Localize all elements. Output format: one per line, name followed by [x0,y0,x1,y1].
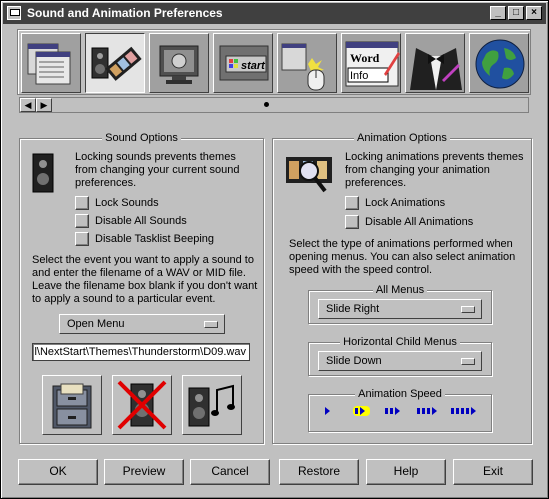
animation-speed-group: Animation Speed [308,388,492,432]
maximize-button[interactable]: □ [508,6,524,20]
disable-tasklist-beeping-checkbox[interactable]: Disable Tasklist Beeping [75,231,214,247]
help-button[interactable]: Help [366,459,446,485]
monitor-speaker-icon [159,45,199,84]
child-menus-value: Slide Down [326,355,382,367]
no-sound-button[interactable] [112,375,172,435]
lock-sounds-label: Lock Sounds [95,197,159,209]
animation-speed-level-1[interactable] [323,405,335,417]
animation-speed-legend: Animation Speed [355,388,445,400]
sound-filename-value: l\NextStart\Themes\Thunderstorm\D09.wav [34,346,246,358]
dropdown-indicator-icon [461,306,475,313]
all-menus-group: All Menus Slide Right [308,284,492,324]
lock-sounds-checkbox[interactable]: Lock Sounds [75,195,159,211]
lock-animations-checkbox[interactable]: Lock Animations [345,195,445,211]
checkbox-box[interactable] [75,196,89,210]
speaker-film-icon [91,46,142,81]
cancel-button[interactable]: Cancel [190,459,270,485]
exit-button[interactable]: Exit [453,459,533,485]
disable-all-sounds-label: Disable All Sounds [95,215,187,227]
toolbar-menus-button[interactable] [21,33,81,93]
checkbox-box[interactable] [345,215,359,229]
toolbar-desktop-sound-button[interactable] [149,33,209,93]
preferences-window: Sound and Animation Preferences _ □ × st… [0,0,549,499]
speed-arrow-icon [353,406,370,416]
animation-speed-level-2[interactable] [353,405,370,417]
restore-button[interactable]: Restore [279,459,359,485]
start-label: start [241,60,266,72]
dropdown-indicator-icon [461,358,475,365]
checkbox-box[interactable] [75,214,89,228]
scroll-right-button[interactable]: ▶ [36,98,52,112]
speaker-icon [32,153,54,193]
toolbar-internet-button[interactable] [469,33,529,93]
scroll-thumb[interactable] [264,102,269,107]
close-button[interactable]: × [526,6,542,20]
toolbar-start-button[interactable]: start [213,33,273,93]
sound-options-legend: Sound Options [102,132,181,144]
child-menus-legend: Horizontal Child Menus [340,336,460,348]
animation-instructions: Select the type of animations performed … [289,238,516,276]
sound-lock-description: Locking sounds prevents themes from chan… [75,151,240,189]
sound-options-group: Sound Options Locking sounds prevents th… [19,132,264,444]
checkbox-box[interactable] [345,196,359,210]
speed-arrow-icon [325,407,330,415]
sound-instructions: Select the event you want to apply a sou… [32,254,258,305]
browse-sound-button[interactable] [42,375,102,435]
speed-arrow-icon [451,407,476,415]
start-button-icon: start [219,45,269,81]
preview-button[interactable]: Preview [104,459,184,485]
animation-speed-level-3[interactable] [383,405,405,417]
mouse-cursor-icon [281,43,325,91]
speed-arrow-icon [385,407,400,415]
checkbox-box[interactable] [75,232,89,246]
sound-event-value: Open Menu [67,318,125,330]
all-menus-dropdown[interactable]: Slide Right [318,299,482,319]
speaker-music-icon [188,384,235,427]
animation-options-group: Animation Options Locking animations pre… [272,132,532,444]
all-menus-legend: All Menus [372,284,428,296]
sound-filename-input[interactable]: l\NextStart\Themes\Thunderstorm\D09.wav [32,343,250,361]
category-toolbar: start Word Info [17,29,531,95]
animation-options-legend: Animation Options [354,132,450,144]
child-menus-dropdown[interactable]: Slide Down [318,351,482,371]
disable-tasklist-beeping-label: Disable Tasklist Beeping [95,233,215,245]
menu-windows-icon [27,43,71,85]
tuxedo-icon [410,48,462,90]
lock-animations-label: Lock Animations [365,197,446,209]
disable-all-sounds-checkbox[interactable]: Disable All Sounds [75,213,187,229]
window-title: Sound and Animation Preferences [27,6,223,20]
minimize-button[interactable]: _ [490,6,506,20]
ok-button[interactable]: OK [18,459,98,485]
word-label: Word [350,51,380,65]
all-menus-value: Slide Right [326,303,380,315]
dropdown-indicator-icon [204,321,218,328]
child-menus-group: Horizontal Child Menus Slide Down [308,336,492,376]
no-speaker-icon [117,380,167,430]
disable-all-animations-label: Disable All Animations [365,216,474,228]
info-label: Info [350,70,368,82]
toolbar-sound-animation-button[interactable] [85,33,145,93]
toolbar-themes-button[interactable] [405,33,465,93]
film-magnifier-icon [286,157,332,193]
sound-event-dropdown[interactable]: Open Menu [59,314,225,334]
toolbar-fonts-button[interactable]: Word Info [341,33,401,93]
animation-speed-level-4[interactable] [415,405,442,417]
toolbar-scrollbar[interactable]: ◀ ▶ [19,97,529,113]
animation-speed-level-5[interactable] [449,405,481,417]
app-icon[interactable] [7,6,21,20]
file-cabinet-icon [52,383,92,429]
animation-lock-description: Locking animations prevents themes from … [345,151,524,189]
globe-icon [475,39,525,89]
scroll-left-button[interactable]: ◀ [20,98,36,112]
word-info-icon: Word Info [345,41,400,87]
title-bar[interactable]: Sound and Animation Preferences _ □ × [3,3,546,24]
speed-arrow-icon [417,407,437,415]
disable-all-animations-checkbox[interactable]: Disable All Animations [345,214,473,230]
toolbar-mouse-button[interactable] [277,33,337,93]
play-sound-button[interactable] [182,375,242,435]
